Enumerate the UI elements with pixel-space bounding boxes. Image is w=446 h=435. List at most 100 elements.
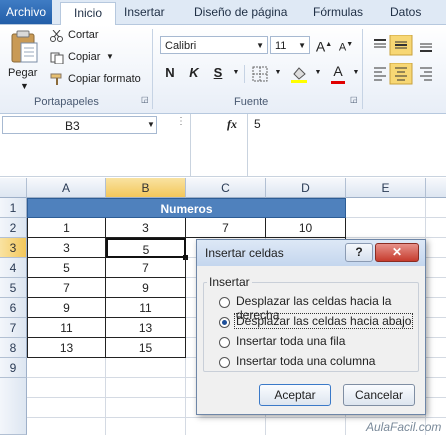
grow-font-icon[interactable]: A▲ [314,35,334,55]
cell-b2[interactable]: 3 [106,218,186,238]
tab-archivo[interactable]: Archivo [0,0,52,24]
tab-insertar[interactable]: Insertar [114,2,175,23]
column-header-d[interactable]: D [266,178,346,198]
align-top-icon [374,39,386,48]
shrink-font-icon[interactable]: A▼ [336,35,356,55]
font-size-combo[interactable]: 11 ▼ [270,36,310,54]
tab-inicio[interactable]: Inicio [60,2,116,25]
column-header-a[interactable]: A [27,178,106,198]
cancel-button[interactable]: Cancelar [343,384,415,406]
column-header-c[interactable]: C [186,178,266,198]
ok-button[interactable]: Aceptar [259,384,331,406]
radio-entire-column[interactable] [219,357,230,368]
dialog-title-bar[interactable]: Insertar celdas ? ✕ [197,240,425,266]
borders-icon[interactable] [252,66,268,82]
select-all-corner[interactable] [0,178,27,198]
cell-a4[interactable]: 5 [27,258,106,278]
formula-input[interactable]: 5 [254,117,261,131]
formula-bar: B3 ▼ ⋮ fx 5 [0,114,446,177]
ribbon-separator [244,65,245,83]
align-right-icon [420,67,432,81]
close-button[interactable]: ✕ [375,243,419,262]
table-title-cell[interactable]: Numeros [27,198,346,218]
align-center-icon [389,63,413,85]
cell-b8[interactable]: 15 [106,338,186,358]
row-header-2[interactable]: 2 [0,218,27,238]
chevron-down-icon[interactable]: ▼ [298,37,306,55]
align-bottom-icon [420,43,432,52]
cell-b3-active[interactable]: 5 [106,238,186,258]
cut-button[interactable]: Cortar [68,29,99,41]
cell-b5[interactable]: 9 [106,278,186,298]
help-button[interactable]: ? [345,243,373,262]
name-box[interactable]: B3 ▼ [2,116,157,134]
borders-dropdown-icon[interactable]: ▼ [268,63,288,83]
insert-group-label: Insertar [207,275,252,289]
cell-a2[interactable]: 1 [27,218,106,238]
paste-dropdown-icon[interactable]: ▼ [20,81,29,91]
font-color-icon[interactable]: A [328,61,348,81]
fill-dropdown-icon[interactable]: ▼ [308,63,328,83]
row-header-8[interactable]: 8 [0,338,27,358]
formula-bar-grip-icon[interactable]: ⋮ [176,116,186,127]
ribbon: Pegar ▼ Cortar Copiar ▼ Copiar formato P… [0,25,446,114]
fill-color-icon[interactable] [290,65,308,83]
option-shift-down-label[interactable]: Desplazar las celdas hacia abajo [234,313,414,329]
paste-button[interactable] [8,29,40,67]
copy-dropdown-icon[interactable]: ▼ [106,52,114,61]
row-header-1[interactable]: 1 [0,198,27,218]
ribbon-separator [362,29,363,109]
font-color-swatch [331,81,345,84]
horizontal-align-buttons [374,63,432,85]
font-name-combo[interactable]: Calibri ▼ [160,36,268,54]
tab-diseno-pagina[interactable]: Diseño de página [184,2,297,23]
radio-entire-row[interactable] [219,337,230,348]
insert-function-icon[interactable]: fx [227,117,237,132]
option-entire-column-label[interactable]: Insertar toda una columna [236,354,375,368]
font-name-value: Calibri [165,40,197,52]
font-launcher-icon[interactable]: ◲ [350,95,358,104]
underline-button[interactable]: S [208,63,228,83]
column-header-b[interactable]: B [106,178,186,198]
format-painter-icon [50,73,62,85]
tab-formulas[interactable]: Fórmulas [303,2,373,23]
italic-button[interactable]: K [184,63,204,83]
cell-a3[interactable]: 3 [27,238,106,258]
chevron-down-icon[interactable]: ▼ [256,37,264,55]
row-header-overflow [0,378,27,435]
cell-d2[interactable]: 10 [266,218,346,238]
radio-shift-right[interactable] [219,297,230,308]
dialog-body: Insertar Desplazar las celdas hacia la d… [197,266,425,414]
bold-button[interactable]: N [160,63,180,83]
tab-datos[interactable]: Datos [380,2,431,23]
clipboard-icon [11,30,38,63]
cell-a8[interactable]: 13 [27,338,106,358]
cell-a6[interactable]: 9 [27,298,106,318]
cell-a7[interactable]: 11 [27,318,106,338]
name-box-value: B3 [65,119,80,133]
cell-c2[interactable]: 7 [186,218,266,238]
format-painter-button[interactable]: Copiar formato [68,73,141,85]
column-header-e[interactable]: E [346,178,426,198]
row-header-6[interactable]: 6 [0,298,27,318]
cell-b4[interactable]: 7 [106,258,186,278]
column-header-overflow [426,178,446,198]
row-header-3[interactable]: 3 [0,238,27,258]
chevron-down-icon[interactable]: ▼ [147,120,155,129]
cell-b6[interactable]: 11 [106,298,186,318]
row-header-9[interactable]: 9 [0,358,27,378]
paste-label[interactable]: Pegar [8,67,37,79]
radio-shift-down[interactable] [219,317,230,328]
cell-a5[interactable]: 7 [27,278,106,298]
scissors-icon [50,30,63,42]
row-header-5[interactable]: 5 [0,278,27,298]
row-header-7[interactable]: 7 [0,318,27,338]
underline-dropdown-icon[interactable]: ▼ [226,63,246,83]
copy-button[interactable]: Copiar [68,51,100,63]
cell-b7[interactable]: 13 [106,318,186,338]
clipboard-launcher-icon[interactable]: ◲ [141,95,149,104]
font-color-dropdown-icon[interactable]: ▼ [346,63,366,83]
ribbon-separator [152,29,153,109]
option-entire-row-label[interactable]: Insertar toda una fila [236,334,345,348]
row-header-4[interactable]: 4 [0,258,27,278]
